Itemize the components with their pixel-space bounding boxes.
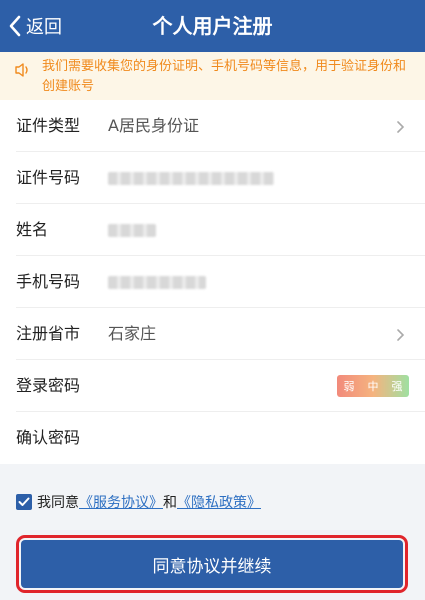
name-input[interactable] <box>108 224 156 237</box>
confirm-password-row[interactable]: 确认密码 <box>16 412 425 464</box>
strength-weak: 弱 <box>343 380 355 393</box>
confirm-password-label: 确认密码 <box>16 428 81 447</box>
province-value: 石家庄 <box>108 324 157 343</box>
chevron-right-icon <box>396 119 405 138</box>
agreement-prefix: 我同意 <box>37 495 79 511</box>
id-type-row[interactable]: 证件类型 A居民身份证 <box>16 100 425 152</box>
privacy-policy-link[interactable]: 《隐私政策》 <box>177 492 261 512</box>
id-type-label: 证件类型 <box>16 116 81 135</box>
service-agreement-link[interactable]: 《服务协议》 <box>79 492 163 512</box>
password-strength-meter: 弱 中 强 <box>337 375 409 397</box>
strength-strong: 强 <box>391 380 403 393</box>
back-label: 返回 <box>26 17 62 38</box>
speaker-icon <box>14 62 32 85</box>
back-button[interactable]: 返回 <box>8 0 88 52</box>
phone-input[interactable] <box>108 276 206 289</box>
app-header: 返回 个人用户注册 <box>0 0 425 52</box>
phone-label: 手机号码 <box>16 272 81 291</box>
province-row[interactable]: 注册省市 石家庄 <box>16 308 425 360</box>
checkmark-icon <box>18 497 30 506</box>
registration-form: 证件类型 A居民身份证 证件号码 姓名 手机号码 注册省市 石家庄 登录密码 弱… <box>0 100 425 464</box>
chevron-right-icon <box>396 327 405 346</box>
province-label: 注册省市 <box>16 324 81 343</box>
name-row[interactable]: 姓名 <box>16 204 425 256</box>
id-number-input[interactable] <box>108 172 274 185</box>
phone-row[interactable]: 手机号码 <box>16 256 425 308</box>
id-number-label: 证件号码 <box>16 168 81 187</box>
name-label: 姓名 <box>16 220 49 239</box>
notice-text: 我们需要收集您的身份证明、手机号码等信息，用于验证身份和创建账号 <box>42 59 407 94</box>
id-type-value: A居民身份证 <box>108 116 199 135</box>
agree-continue-button[interactable]: 同意协议并继续 <box>16 535 408 593</box>
privacy-notice: 我们需要收集您的身份证明、手机号码等信息，用于验证身份和创建账号 <box>0 52 425 100</box>
password-label: 登录密码 <box>16 376 81 395</box>
agreement-conjunction: 和 <box>163 495 177 511</box>
strength-medium: 中 <box>367 380 379 393</box>
agreement-checkbox[interactable] <box>16 494 32 510</box>
password-row[interactable]: 登录密码 弱 中 强 <box>16 360 425 412</box>
chevron-left-icon <box>8 15 22 37</box>
id-number-row[interactable]: 证件号码 <box>16 152 425 204</box>
agreement: 我同意 《服务协议》 和 《隐私政策》 <box>16 490 261 514</box>
